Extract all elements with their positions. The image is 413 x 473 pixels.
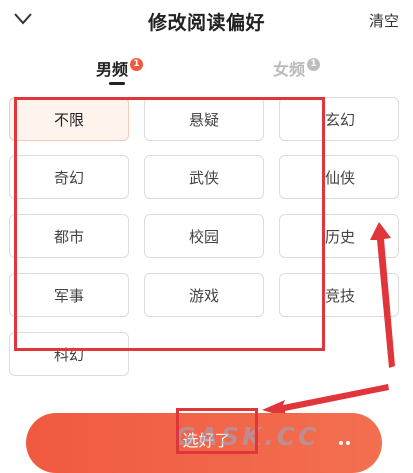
annotation-arrows (262, 222, 395, 417)
arrow-up-icon (370, 222, 395, 368)
highlight-box-small (176, 408, 258, 454)
more-dots-icon (339, 441, 350, 445)
